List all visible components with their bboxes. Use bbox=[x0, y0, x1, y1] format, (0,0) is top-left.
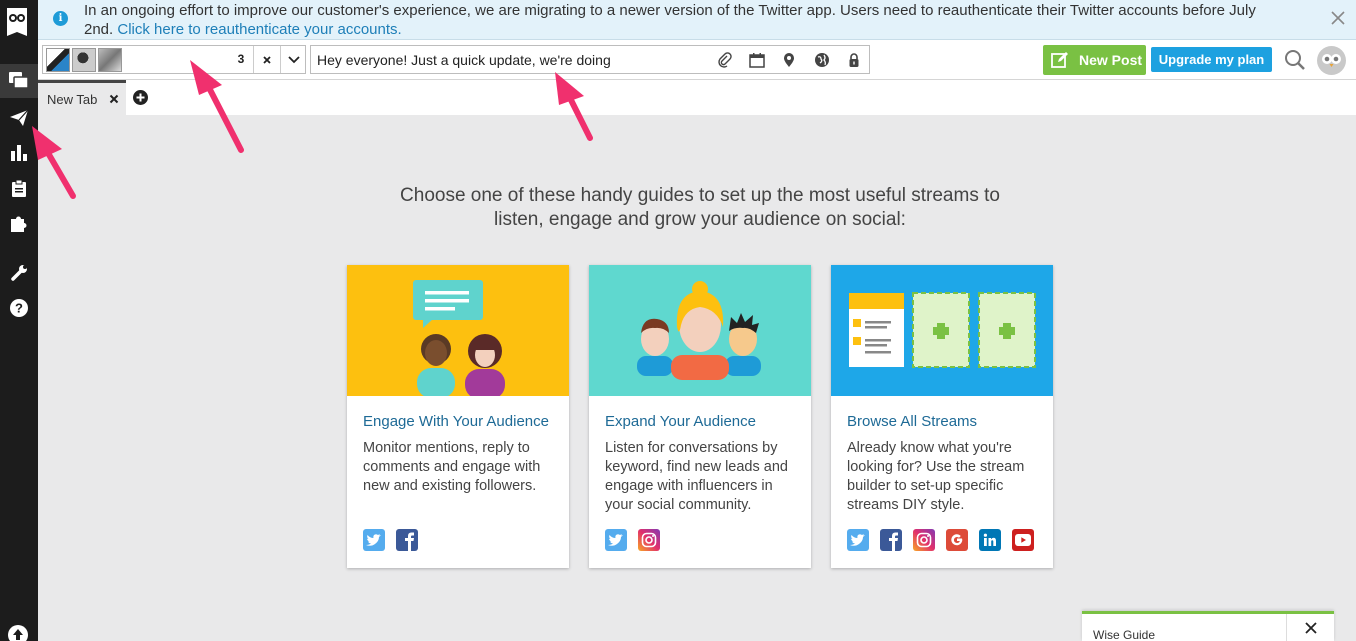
left-sidebar: ? bbox=[0, 0, 38, 641]
expand-illustration bbox=[589, 265, 811, 396]
guide-card-browse[interactable]: Browse All Streams Already know what you… bbox=[831, 265, 1053, 568]
tab-bar: New Tab bbox=[38, 80, 1356, 115]
intro-line-2: listen, engage and grow your audience on… bbox=[494, 209, 906, 230]
card-network-icons bbox=[605, 529, 660, 551]
card-description: Monitor mentions, reply to comments and … bbox=[363, 440, 541, 494]
chevron-down-icon bbox=[287, 55, 300, 63]
sidebar-item-tools[interactable] bbox=[0, 255, 38, 289]
top-toolbar: 3 Hey everyone! Just a quick update, we'… bbox=[38, 40, 1356, 80]
tab-label: New Tab bbox=[47, 92, 98, 107]
banner-message: In an ongoing effort to improve our cust… bbox=[84, 1, 1274, 39]
instagram-icon bbox=[913, 529, 935, 551]
intro-line-1: Choose one of these handy guides to set … bbox=[400, 185, 1000, 206]
profile-dropdown-button[interactable] bbox=[280, 46, 306, 73]
lock-icon[interactable] bbox=[846, 52, 862, 68]
profile-picker[interactable]: 3 bbox=[42, 45, 306, 74]
owl-logo-icon[interactable] bbox=[4, 6, 30, 40]
apps-icon bbox=[10, 216, 26, 232]
publisher-icon bbox=[10, 110, 28, 126]
tab-new-tab[interactable]: New Tab bbox=[38, 80, 126, 115]
location-pin-icon[interactable] bbox=[781, 52, 797, 68]
close-icon[interactable] bbox=[109, 94, 119, 104]
card-title[interactable]: Engage With Your Audience bbox=[363, 413, 549, 430]
twitter-icon bbox=[363, 529, 385, 551]
engage-illustration bbox=[347, 265, 569, 396]
calendar-icon[interactable] bbox=[749, 52, 765, 68]
avatar bbox=[72, 48, 96, 72]
sidebar-item-assignments[interactable] bbox=[0, 171, 38, 205]
sidebar-item-streams[interactable] bbox=[0, 64, 38, 98]
card-title[interactable]: Expand Your Audience bbox=[605, 413, 756, 430]
browse-illustration bbox=[831, 265, 1053, 396]
add-tab-icon[interactable] bbox=[133, 90, 148, 105]
composer-input[interactable]: Hey everyone! Just a quick update, we're… bbox=[317, 46, 611, 75]
avatar bbox=[46, 48, 70, 72]
selected-profile-count: 3 bbox=[237, 52, 245, 66]
avatar bbox=[98, 48, 122, 72]
card-network-icons bbox=[847, 529, 1034, 551]
youtube-icon bbox=[1012, 529, 1034, 551]
svg-text:?: ? bbox=[15, 301, 23, 316]
assignments-icon bbox=[12, 179, 26, 197]
owl-avatar-icon bbox=[1322, 54, 1341, 67]
linkedin-icon bbox=[979, 529, 1001, 551]
info-icon: i bbox=[53, 11, 68, 26]
message-composer[interactable]: Hey everyone! Just a quick update, we're… bbox=[310, 45, 870, 74]
analytics-icon bbox=[11, 145, 27, 161]
facebook-icon bbox=[396, 529, 418, 551]
close-icon bbox=[1304, 621, 1317, 634]
streams-icon bbox=[9, 72, 29, 89]
attachment-icon[interactable] bbox=[717, 52, 733, 68]
new-post-label: New Post bbox=[1079, 52, 1143, 68]
close-icon bbox=[263, 55, 271, 64]
upload-icon[interactable] bbox=[7, 624, 29, 641]
card-description: Already know what you're looking for? Us… bbox=[847, 440, 1025, 513]
sidebar-item-analytics[interactable] bbox=[0, 136, 38, 170]
sidebar-item-publisher[interactable] bbox=[0, 101, 38, 135]
guide-card-engage[interactable]: Engage With Your Audience Monitor mentio… bbox=[347, 265, 569, 568]
compose-icon bbox=[1051, 52, 1068, 68]
user-avatar[interactable] bbox=[1317, 46, 1346, 75]
wise-guide-label: Wise Guide bbox=[1093, 628, 1156, 641]
tools-icon bbox=[10, 264, 27, 281]
card-description: Listen for conversations by keyword, fin… bbox=[605, 440, 788, 513]
sidebar-item-help[interactable]: ? bbox=[0, 291, 38, 325]
card-title[interactable]: Browse All Streams bbox=[847, 413, 977, 430]
twitter-icon bbox=[605, 529, 627, 551]
intro-heading: Choose one of these handy guides to set … bbox=[300, 184, 1100, 232]
help-icon: ? bbox=[10, 299, 28, 317]
upgrade-plan-button[interactable]: Upgrade my plan bbox=[1151, 47, 1272, 72]
wise-guide-panel[interactable]: Wise Guide bbox=[1082, 611, 1334, 641]
sidebar-item-apps[interactable] bbox=[0, 206, 38, 240]
google-icon bbox=[946, 529, 968, 551]
new-post-button[interactable]: New Post bbox=[1043, 45, 1146, 75]
globe-icon[interactable] bbox=[814, 52, 830, 68]
card-network-icons bbox=[363, 529, 418, 551]
close-icon[interactable] bbox=[1330, 10, 1346, 26]
reauthenticate-link[interactable]: Click here to reauthenticate your accoun… bbox=[117, 21, 401, 38]
wise-guide-close-button[interactable] bbox=[1286, 614, 1334, 641]
notification-banner: i In an ongoing effort to improve our cu… bbox=[38, 0, 1356, 40]
facebook-icon bbox=[880, 529, 902, 551]
arrow-icon bbox=[32, 126, 76, 199]
search-icon[interactable] bbox=[1284, 49, 1306, 71]
guide-card-expand[interactable]: Expand Your Audience Listen for conversa… bbox=[589, 265, 811, 568]
twitter-icon bbox=[847, 529, 869, 551]
clear-profiles-button[interactable] bbox=[253, 46, 280, 73]
instagram-icon bbox=[638, 529, 660, 551]
